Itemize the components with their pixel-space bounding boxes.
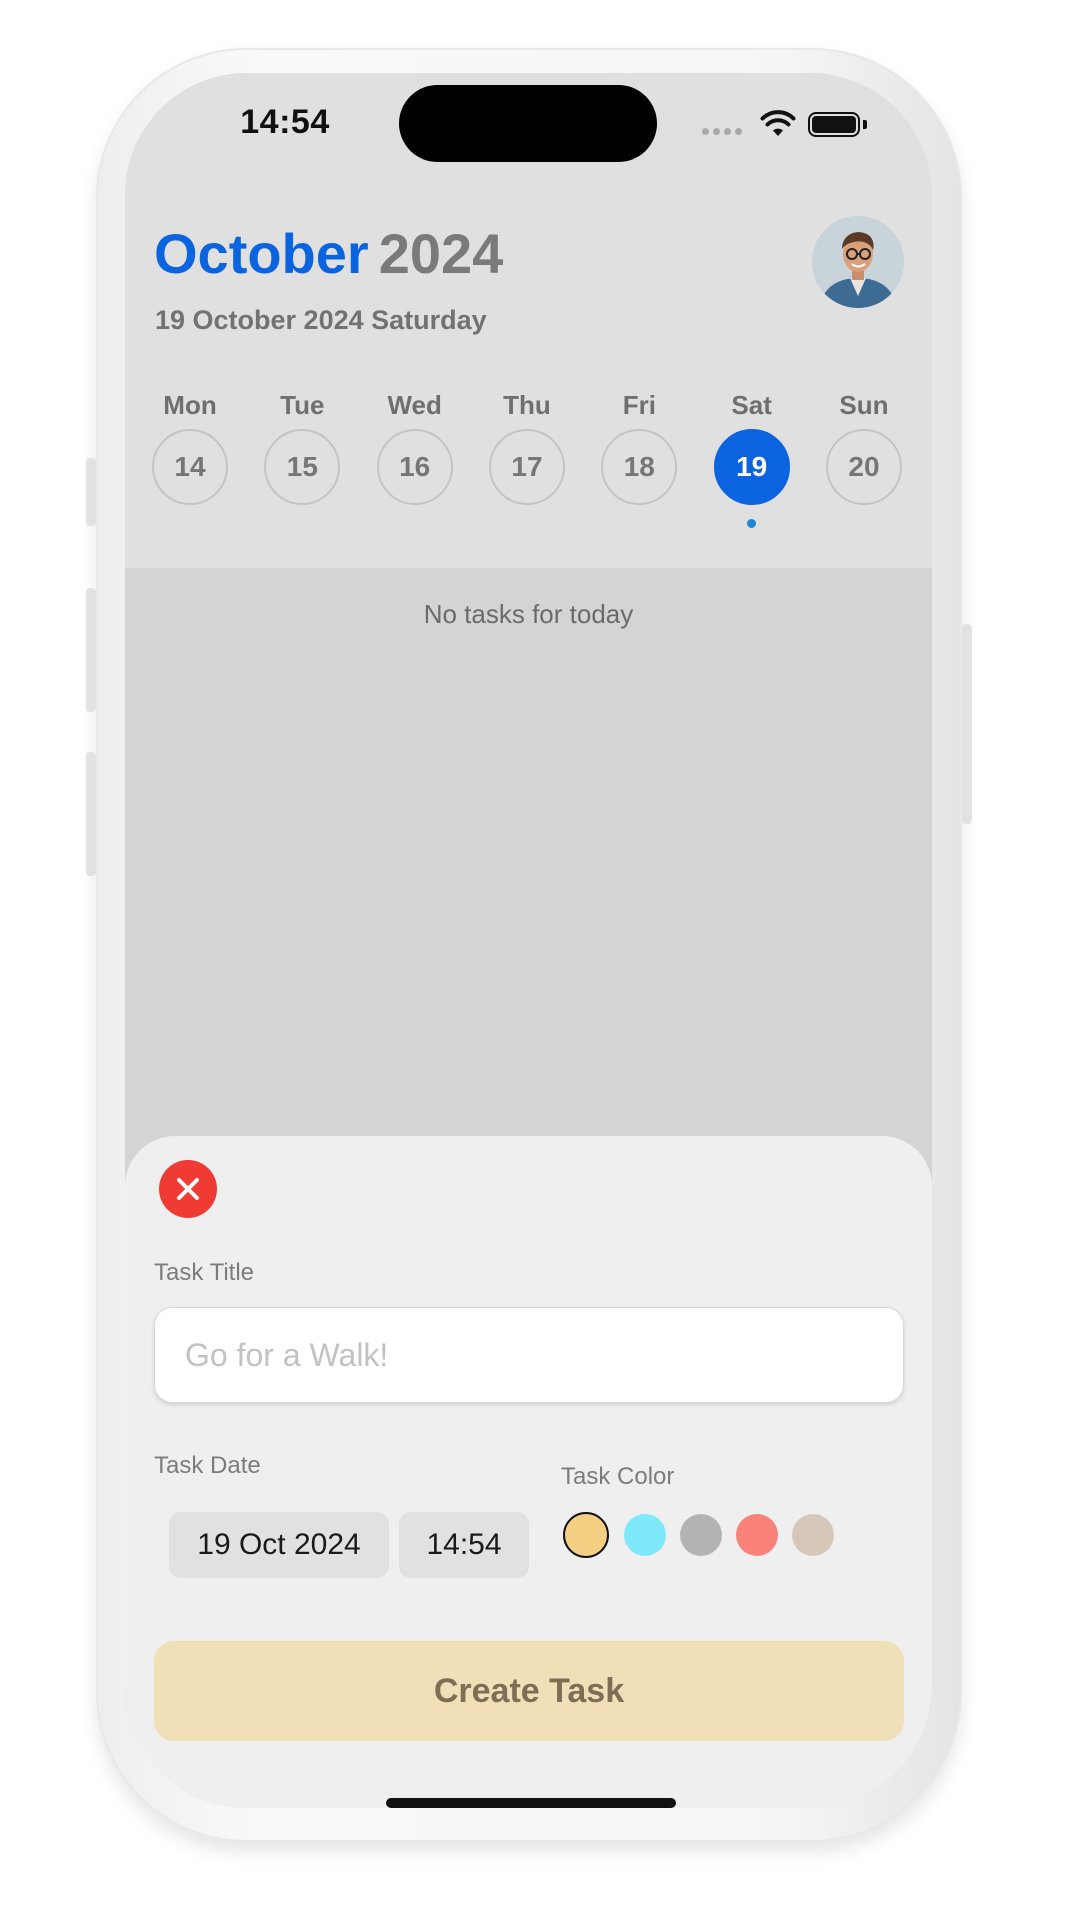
task-title-label: Task Title xyxy=(154,1259,255,1286)
create-task-button[interactable]: Create Task xyxy=(154,1641,904,1741)
selected-day-indicator xyxy=(635,519,644,528)
selected-day-indicator xyxy=(522,519,531,528)
screen: 14:54 October 2024 19 October 2024 Saturd… xyxy=(125,73,932,1808)
task-date-picker[interactable]: 19 Oct 2024 xyxy=(169,1512,389,1578)
day-mon[interactable]: Mon 14 xyxy=(152,385,228,528)
status-time: 14:54 xyxy=(240,103,330,141)
battery-cap xyxy=(863,120,867,129)
month-label: October xyxy=(154,222,369,285)
day-number-button[interactable]: 15 xyxy=(264,429,341,505)
task-color-label: Task Color xyxy=(561,1463,675,1490)
color-swatch-5[interactable] xyxy=(792,1514,834,1556)
home-indicator xyxy=(386,1798,676,1808)
day-name-label: Fri xyxy=(622,390,656,420)
empty-tasks-message: No tasks for today xyxy=(423,599,634,629)
day-number-button[interactable]: 19 xyxy=(713,429,790,505)
color-swatch-3[interactable] xyxy=(680,1514,722,1556)
close-icon xyxy=(177,1178,199,1200)
dynamic-island xyxy=(399,85,657,162)
day-fri[interactable]: Fri 18 xyxy=(601,385,678,528)
week-strip: Mon 14 Tue 15 Wed 16 Thu 17 Fri 18 Sat 19 Sun 20 xyxy=(152,385,902,528)
day-sun[interactable]: Sun 20 xyxy=(825,385,902,528)
day-number-button[interactable]: 14 xyxy=(152,429,228,505)
day-name-label: Wed xyxy=(387,390,442,420)
day-sat[interactable]: Sat 19 xyxy=(713,385,790,528)
create-task-sheet: Task Title Task Date 19 Oct 2024 14:54 T… xyxy=(125,1136,932,1808)
selected-day-indicator xyxy=(747,519,757,528)
cellular-signal-icon xyxy=(702,128,742,135)
day-wed[interactable]: Wed 16 xyxy=(376,385,453,528)
task-time-picker[interactable]: 14:54 xyxy=(399,1512,529,1578)
year-label: 2024 xyxy=(378,222,504,285)
day-name-label: Mon xyxy=(163,390,217,420)
selected-day-indicator xyxy=(859,519,868,528)
day-number-button[interactable]: 18 xyxy=(601,429,678,505)
selected-day-indicator xyxy=(410,519,419,528)
volume-up-button xyxy=(86,588,96,712)
selected-day-indicator xyxy=(298,519,307,528)
action-button xyxy=(86,458,96,526)
color-swatch-1[interactable] xyxy=(563,1512,609,1558)
day-name-label: Thu xyxy=(503,390,551,420)
month-year-title: October 2024 xyxy=(154,221,503,286)
day-number-button[interactable]: 17 xyxy=(488,429,565,505)
day-name-label: Sat xyxy=(731,390,772,420)
color-swatch-4[interactable] xyxy=(736,1514,778,1556)
day-number-button[interactable]: 20 xyxy=(825,429,902,505)
wifi-icon xyxy=(760,110,796,136)
avatar[interactable] xyxy=(812,216,904,308)
close-button[interactable] xyxy=(159,1160,217,1218)
day-thu[interactable]: Thu 17 xyxy=(488,385,565,528)
task-date-label: Task Date xyxy=(154,1452,261,1479)
task-title-input[interactable] xyxy=(154,1307,904,1403)
calendar-header-area: 14:54 October 2024 19 October 2024 Saturd… xyxy=(125,73,932,568)
power-button xyxy=(962,624,972,824)
day-name-label: Tue xyxy=(280,390,325,420)
day-tue[interactable]: Tue 15 xyxy=(264,385,341,528)
day-number-button[interactable]: 16 xyxy=(376,429,453,505)
day-name-label: Sun xyxy=(839,390,889,420)
color-swatch-2[interactable] xyxy=(624,1514,666,1556)
selected-date-label: 19 October 2024 Saturday xyxy=(155,305,487,335)
volume-down-button xyxy=(86,752,96,876)
selected-day-indicator xyxy=(186,519,195,528)
battery-icon xyxy=(808,112,860,137)
avatar-image xyxy=(812,216,904,308)
